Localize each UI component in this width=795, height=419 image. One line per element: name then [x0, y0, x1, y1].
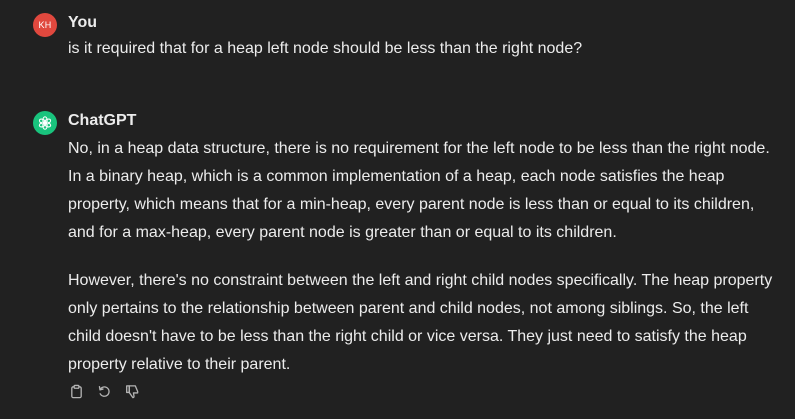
- user-avatar: KH: [33, 13, 57, 37]
- message-actions: [68, 383, 140, 399]
- assistant-paragraph-2: However, there's no constraint between t…: [68, 272, 773, 373]
- thumbs-down-icon: [125, 384, 138, 398]
- regenerate-button[interactable]: [96, 383, 112, 399]
- user-author-name: You: [68, 14, 98, 31]
- copy-icon: [70, 384, 82, 398]
- copy-button[interactable]: [68, 383, 84, 399]
- assistant-author-name: ChatGPT: [68, 112, 137, 129]
- assistant-message-body: No, in a heap data structure, there is n…: [68, 135, 773, 379]
- regenerate-icon: [98, 385, 110, 397]
- assistant-avatar: [33, 111, 57, 135]
- user-avatar-initials: KH: [38, 20, 52, 30]
- thumbs-down-button[interactable]: [124, 383, 140, 399]
- openai-logo-icon: [38, 116, 52, 130]
- user-message-text: is it required that for a heap left node…: [68, 40, 583, 57]
- assistant-paragraph-1: No, in a heap data structure, there is n…: [68, 140, 770, 241]
